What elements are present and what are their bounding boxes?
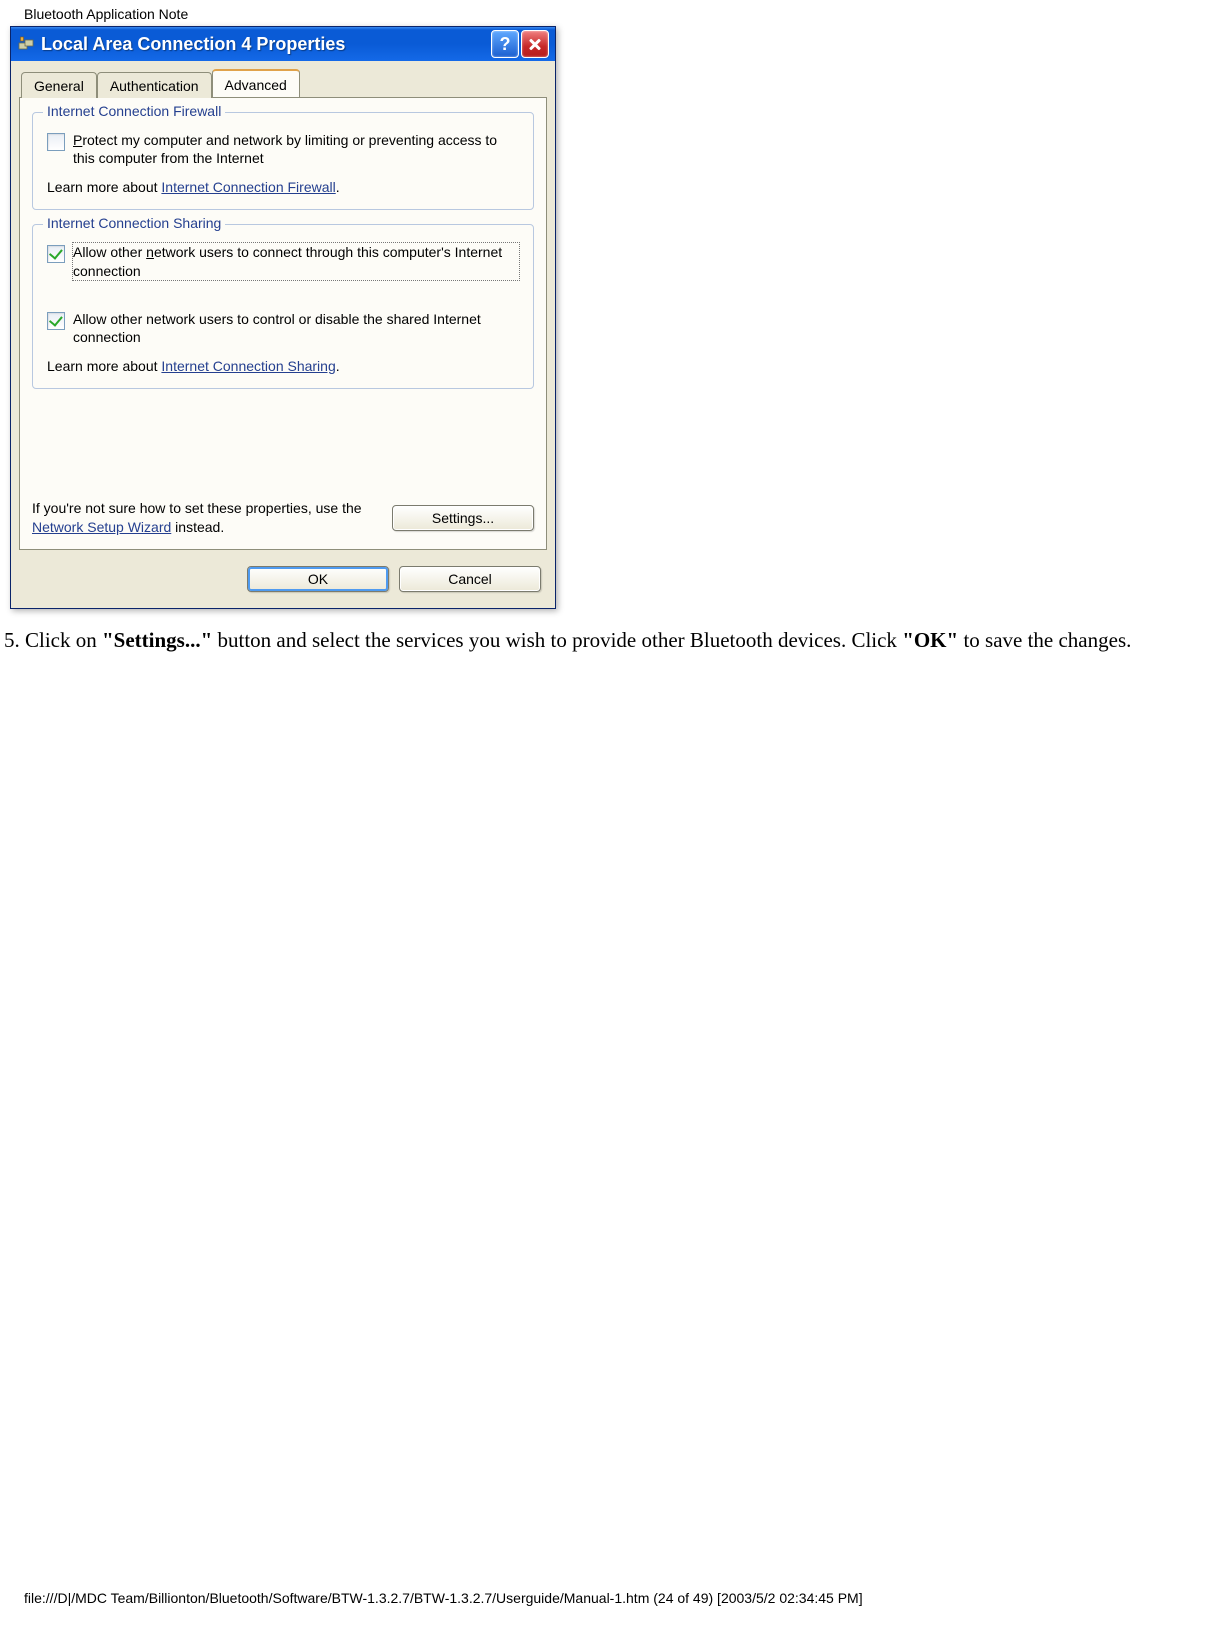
page-header: Bluetooth Application Note xyxy=(0,0,1227,26)
allow-connect-label: Allow other network users to connect thr… xyxy=(73,243,519,279)
group-icf-legend: Internet Connection Firewall xyxy=(43,103,225,119)
tab-authentication[interactable]: Authentication xyxy=(97,72,212,98)
allow-control-label: Allow other network users to control or … xyxy=(73,310,519,346)
protect-checkbox[interactable] xyxy=(47,133,65,151)
allow-control-checkbox[interactable] xyxy=(47,312,65,330)
network-setup-wizard-link[interactable]: Network Setup Wizard xyxy=(32,519,171,535)
tab-advanced[interactable]: Advanced xyxy=(212,69,300,97)
page-footer: file:///D|/MDC Team/Billionton/Bluetooth… xyxy=(24,1590,863,1606)
icf-learnmore: Learn more about Internet Connection Fir… xyxy=(47,179,519,195)
protect-label: Protect my computer and network by limit… xyxy=(73,131,519,167)
tab-general[interactable]: General xyxy=(21,72,97,98)
help-button[interactable]: ? xyxy=(491,30,519,58)
cancel-button[interactable]: Cancel xyxy=(399,566,541,592)
wizard-hint: If you're not sure how to set these prop… xyxy=(32,499,382,537)
dialog-title: Local Area Connection 4 Properties xyxy=(41,34,491,55)
settings-button[interactable]: Settings... xyxy=(392,505,534,531)
close-button[interactable] xyxy=(521,30,549,58)
instruction-step-5: 5. Click on "Settings..." button and sel… xyxy=(4,627,1214,653)
allow-connect-checkbox[interactable] xyxy=(47,245,65,263)
properties-dialog: Local Area Connection 4 Properties ? Gen… xyxy=(10,26,556,609)
titlebar: Local Area Connection 4 Properties ? xyxy=(11,27,555,61)
group-icf: Internet Connection Firewall Protect my … xyxy=(32,112,534,210)
tab-strip: General Authentication Advanced xyxy=(15,63,551,97)
ics-learnmore-link[interactable]: Internet Connection Sharing xyxy=(161,358,335,374)
group-ics-legend: Internet Connection Sharing xyxy=(43,215,225,231)
group-ics: Internet Connection Sharing Allow other … xyxy=(32,224,534,389)
connection-icon xyxy=(17,35,35,53)
advanced-panel: Internet Connection Firewall Protect my … xyxy=(19,97,547,550)
ok-button[interactable]: OK xyxy=(247,566,389,592)
ics-learnmore: Learn more about Internet Connection Sha… xyxy=(47,358,519,374)
icf-learnmore-link[interactable]: Internet Connection Firewall xyxy=(161,179,335,195)
